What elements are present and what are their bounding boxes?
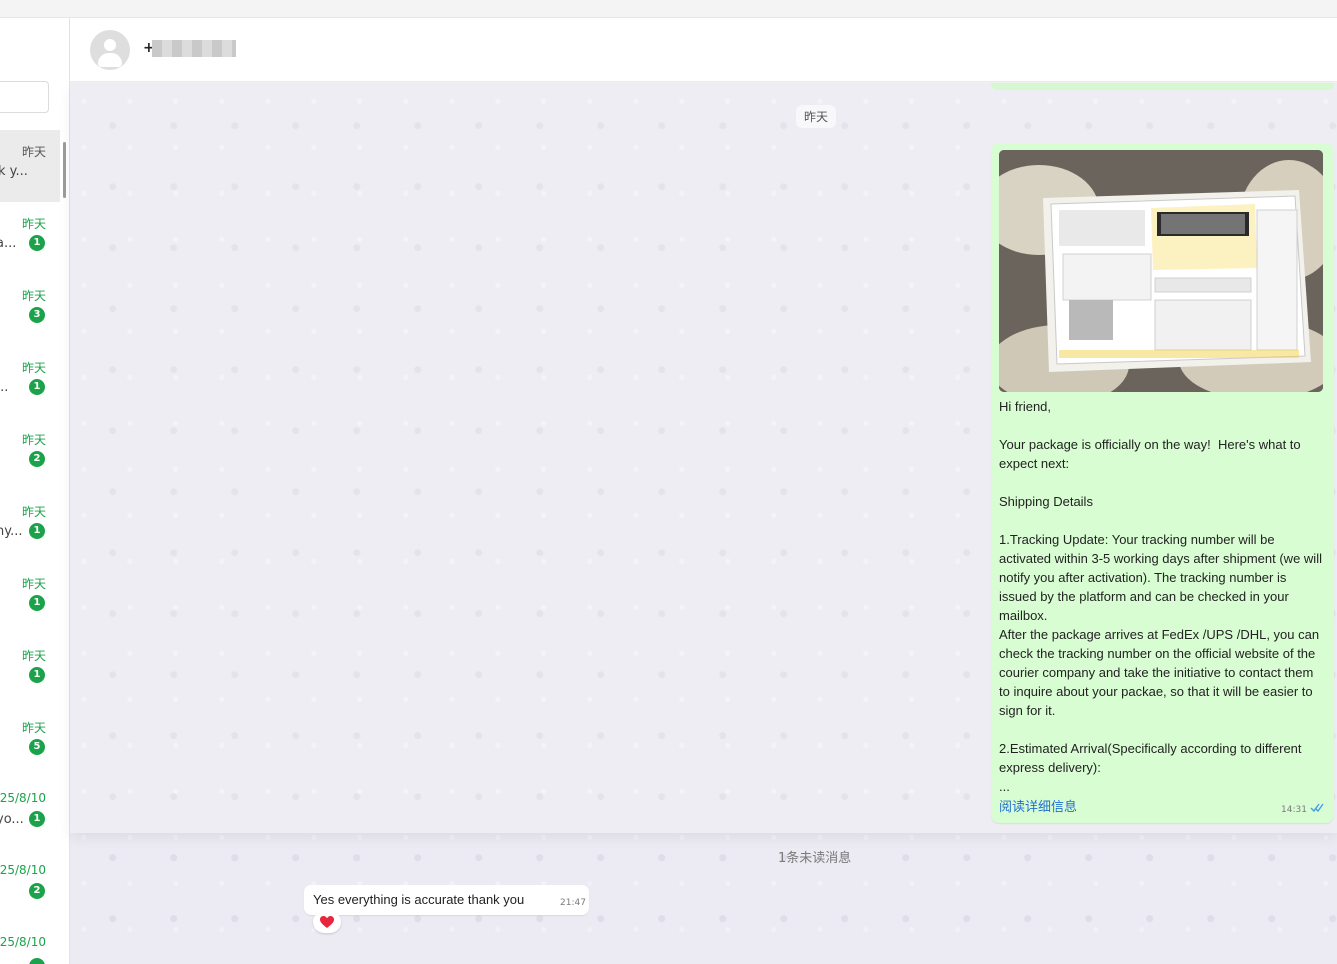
chat-preview: k y... <box>0 164 28 179</box>
previous-message-bubble <box>991 83 1334 90</box>
window-title-bar <box>0 0 1337 18</box>
chat-list-item[interactable]: 025/8/10 <box>0 922 69 964</box>
unread-badge: 1 <box>29 667 45 683</box>
avatar-head-shape <box>104 39 116 51</box>
chat-date: 昨天 <box>21 361 46 375</box>
unread-badge: 5 <box>29 739 45 755</box>
chat-list-item-active[interactable]: 昨天 k y... <box>0 130 60 202</box>
chat-list-item[interactable]: 昨天 ny... 1 <box>0 490 69 562</box>
chat-date: 昨天 <box>21 505 46 519</box>
double-check-icon <box>1310 803 1324 813</box>
unread-badge: 1 <box>29 235 45 251</box>
chat-date: 025/8/10 <box>0 935 46 949</box>
chat-preview: a... <box>0 236 17 251</box>
unread-badge <box>29 958 45 964</box>
chat-list-item[interactable]: 025/8/10 yo... 1 <box>0 778 69 850</box>
read-more-link[interactable]: 阅读详细信息 <box>999 796 1077 815</box>
heart-icon <box>320 916 334 928</box>
outgoing-message-bubble[interactable]: Hi friend, Your package is officially on… <box>991 143 1334 823</box>
message-reaction[interactable] <box>313 911 341 933</box>
chat-preview: ... <box>0 380 9 395</box>
search-input[interactable] <box>0 81 49 113</box>
unread-badge: 1 <box>29 595 45 611</box>
chat-list-item[interactable]: 昨天 1 <box>0 634 69 706</box>
chat-area: 昨天 Hi friend, Your package is officially… <box>70 83 1337 964</box>
shipping-label-image <box>999 150 1323 392</box>
message-text: Hi friend, Your package is officially on… <box>999 399 1322 794</box>
chat-date: 昨天 <box>21 289 46 303</box>
chat-list-panel: 昨天 k y... 昨天 a... 1 昨天 3 昨天 ... 1 昨天 2 昨… <box>0 18 70 964</box>
chat-preview: ny... <box>0 524 23 539</box>
chat-date: 昨天 <box>21 577 46 591</box>
day-divider: 昨天 <box>796 105 837 128</box>
avatar-body-shape <box>98 53 122 67</box>
message-time: 14:31 <box>1281 805 1307 815</box>
chat-list-item[interactable]: 昨天 a... 1 <box>0 202 69 274</box>
unread-badge: 1 <box>29 379 45 395</box>
unread-messages-divider: 1条未读消息 <box>778 851 852 866</box>
unread-badge: 1 <box>29 811 45 827</box>
chat-preview: yo... <box>0 812 24 827</box>
avatar[interactable] <box>90 30 130 70</box>
contact-name-redacted <box>152 40 236 57</box>
message-text: Yes everything is accurate thank you <box>313 892 525 907</box>
chat-date: 昨天 <box>21 217 46 231</box>
chat-list-scrollbar[interactable] <box>63 142 66 198</box>
incoming-message-bubble[interactable]: Yes everything is accurate thank you 21:… <box>304 885 589 915</box>
conversation-header: + <box>70 18 1337 82</box>
chat-date: 昨天 <box>21 649 46 663</box>
unread-badge: 3 <box>29 307 45 323</box>
chat-list-item[interactable]: 昨天 5 <box>0 706 69 778</box>
chat-list-item[interactable]: 025/8/10 2 <box>0 850 69 922</box>
message-time: 21:47 <box>560 898 586 908</box>
unread-badge: 2 <box>29 451 45 467</box>
shipping-label-photo[interactable] <box>999 150 1323 392</box>
unread-badge: 2 <box>29 883 45 899</box>
unread-badge: 1 <box>29 523 45 539</box>
chat-list-item[interactable]: 昨天 1 <box>0 562 69 634</box>
chat-date: 昨天 <box>21 433 46 447</box>
chat-list-item[interactable]: 昨天 2 <box>0 418 69 490</box>
chat-date: 昨天 <box>21 721 46 735</box>
chat-date: 昨天 <box>21 145 46 159</box>
chat-date: 025/8/10 <box>0 863 46 877</box>
chat-list-item[interactable]: 昨天 3 <box>0 274 69 346</box>
chat-list-item[interactable]: 昨天 ... 1 <box>0 346 69 418</box>
chat-date: 025/8/10 <box>0 791 46 805</box>
